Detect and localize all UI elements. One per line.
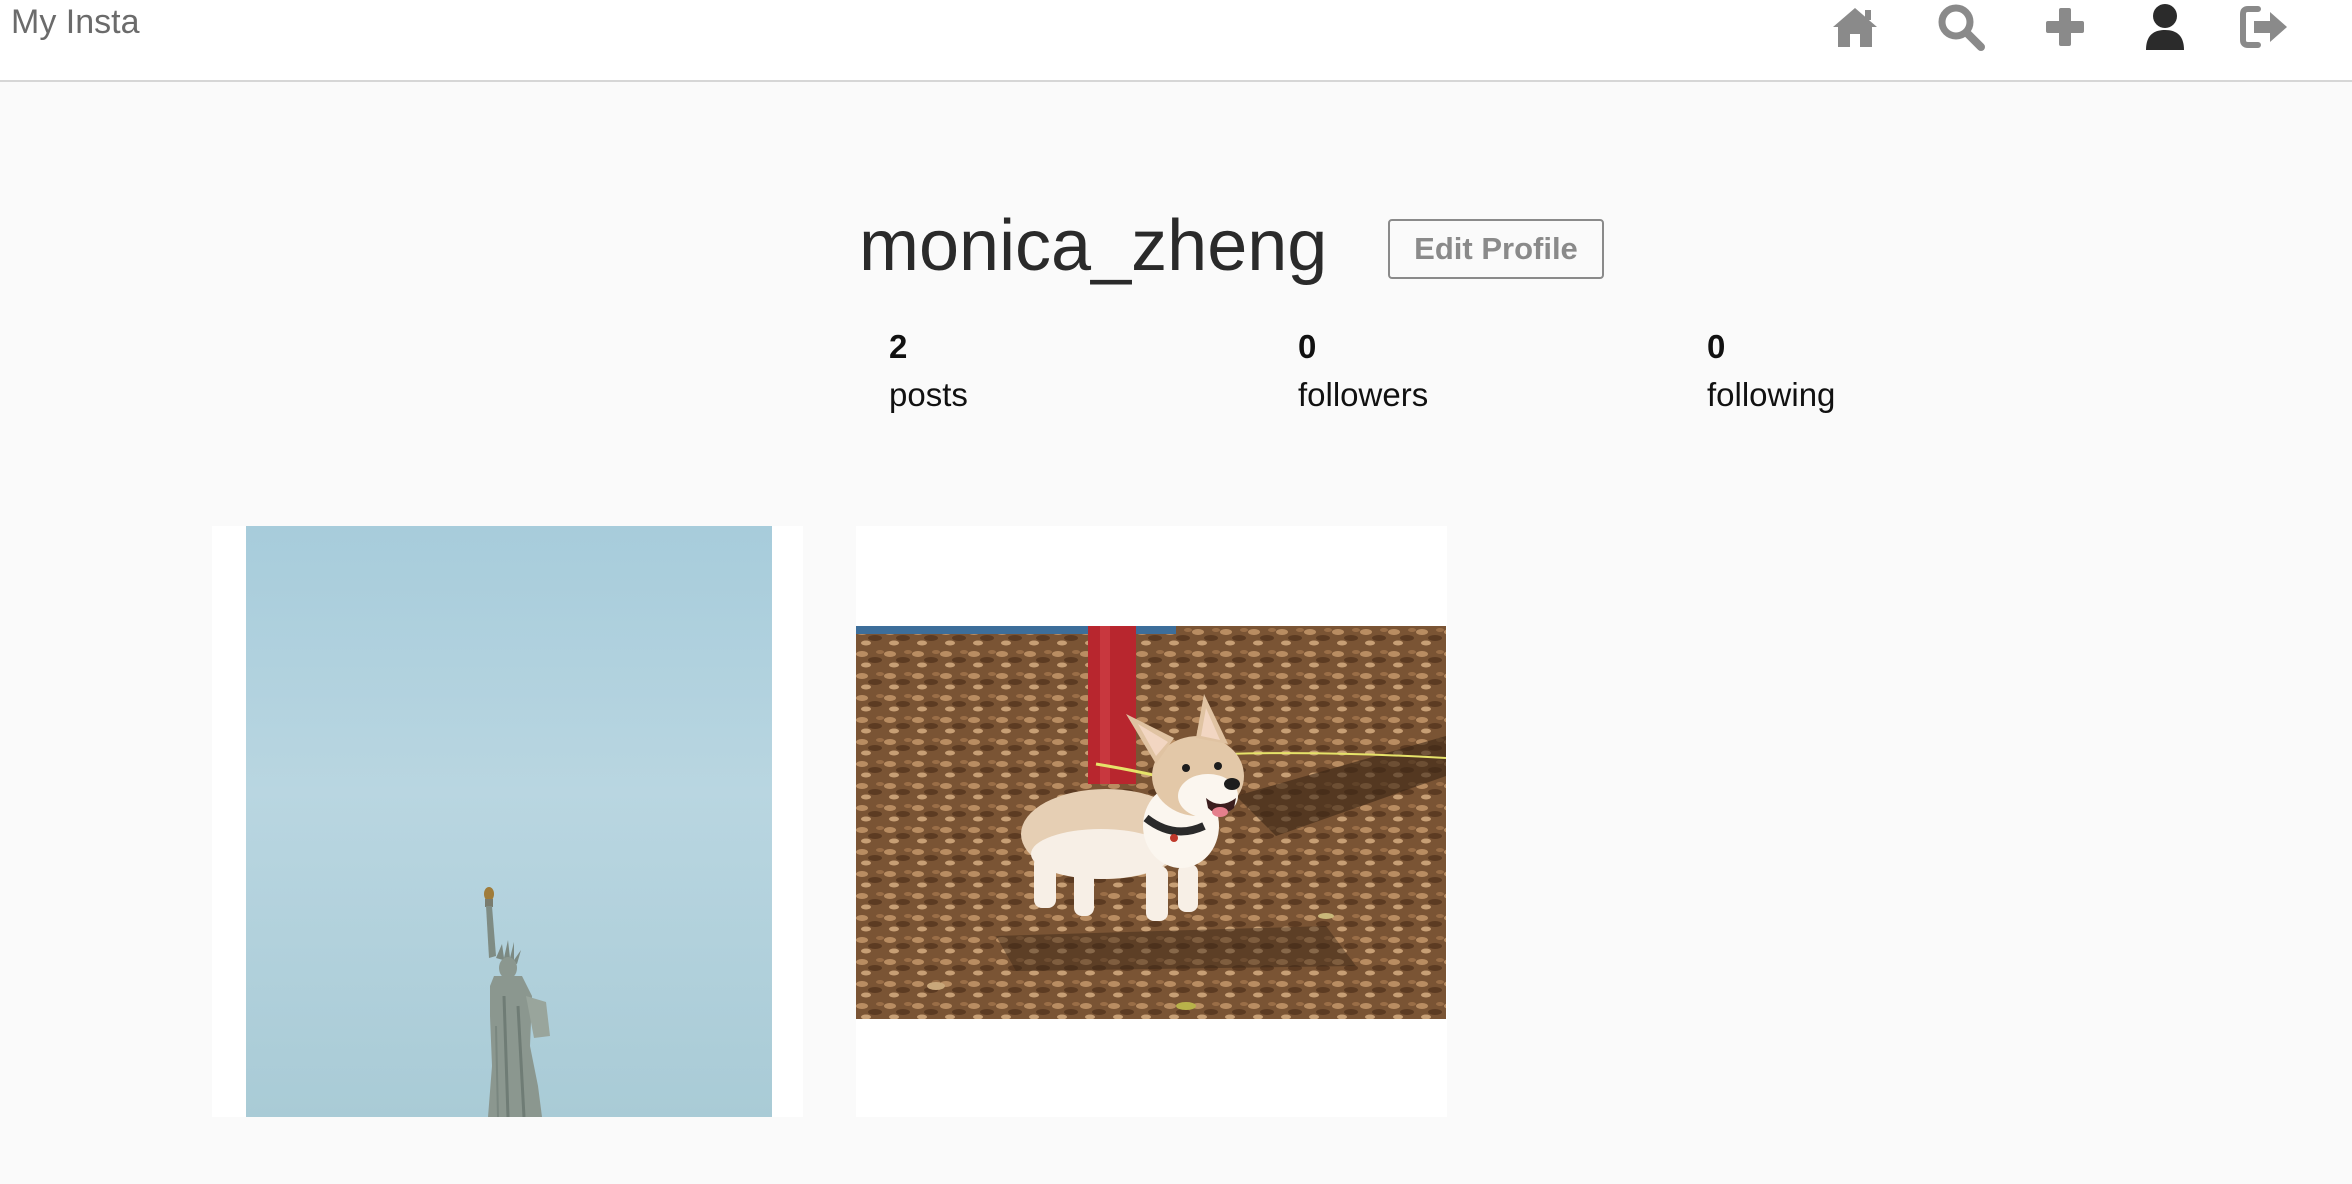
stat-followers-count: 0 (1298, 328, 1317, 365)
stat-posts: 2 posts (889, 324, 968, 420)
brand-logo[interactable]: My Insta (11, 0, 139, 44)
user-icon[interactable] (2138, 2, 2192, 52)
stat-following[interactable]: 0 following (1707, 324, 1835, 420)
search-icon[interactable] (1934, 2, 1988, 52)
stat-followers-label: followers (1298, 376, 1429, 413)
edit-profile-button[interactable]: Edit Profile (1388, 219, 1604, 279)
stat-following-label: following (1707, 376, 1836, 413)
post-image-corgi-dog[interactable] (856, 626, 1446, 1019)
post-image-statue-of-liberty[interactable] (246, 526, 772, 1117)
stat-following-count: 0 (1707, 328, 1726, 365)
stat-posts-count: 2 (889, 328, 908, 365)
profile-username: monica_zheng (859, 206, 1328, 286)
plus-icon[interactable] (2038, 2, 2092, 52)
stat-posts-label: posts (889, 376, 968, 413)
sign-out-icon[interactable] (2238, 2, 2292, 52)
stat-followers[interactable]: 0 followers (1298, 324, 1428, 420)
home-icon[interactable] (1828, 2, 1882, 52)
top-navbar: My Insta (0, 0, 2352, 82)
